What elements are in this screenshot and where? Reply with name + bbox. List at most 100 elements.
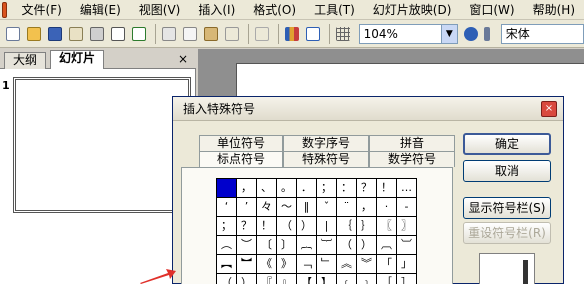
symbol-cell[interactable]: -: [397, 198, 417, 217]
symbol-cell[interactable]: 『: [257, 274, 277, 284]
menu-slideshow[interactable]: 幻灯片放映(D): [364, 0, 461, 20]
open-icon[interactable]: [25, 24, 43, 44]
menu-edit[interactable]: 编辑(E): [71, 0, 130, 20]
cancel-button[interactable]: 取消: [463, 160, 551, 182]
symbol-cell[interactable]: ︽: [337, 255, 357, 274]
symbol-cell[interactable]: ；: [317, 179, 337, 198]
undo-icon[interactable]: [253, 24, 271, 44]
symbol-cell[interactable]: ’: [237, 198, 257, 217]
tab-numeric-ordinals[interactable]: 数字序号: [283, 135, 369, 151]
symbol-cell[interactable]: 〕: [277, 236, 297, 255]
symbol-cell[interactable]: 【: [297, 274, 317, 284]
symbol-cell[interactable]: 々: [257, 198, 277, 217]
symbol-cell[interactable]: （: [337, 236, 357, 255]
font-name-select[interactable]: 宋体: [500, 23, 584, 44]
symbol-cell[interactable]: （: [217, 274, 237, 284]
slide-thumbnail[interactable]: [13, 77, 191, 213]
symbol-cell[interactable]: ︹: [377, 236, 397, 255]
symbol-cell[interactable]: 「: [377, 255, 397, 274]
symbol-cell[interactable]: ．: [297, 179, 317, 198]
menu-file[interactable]: 文件(F): [13, 0, 71, 20]
symbol-cell[interactable]: ！: [257, 217, 277, 236]
menu-view[interactable]: 视图(V): [130, 0, 190, 20]
menu-help[interactable]: 帮助(H): [524, 0, 584, 20]
ok-button[interactable]: 确定: [463, 133, 551, 155]
symbol-cell[interactable]: ﹞: [357, 274, 377, 284]
menu-format[interactable]: 格式(O): [244, 0, 305, 20]
symbol-cell[interactable]: ［: [377, 274, 397, 284]
symbol-cell[interactable]: ｝: [357, 217, 377, 236]
paste-icon[interactable]: [202, 24, 220, 44]
symbol-cell[interactable]: ‘: [217, 198, 237, 217]
copy-icon[interactable]: [181, 24, 199, 44]
symbol-cell[interactable]: ）: [357, 236, 377, 255]
symbol-cell[interactable]: 】: [317, 274, 337, 284]
menu-tools[interactable]: 工具(T): [305, 0, 364, 20]
save-icon[interactable]: [46, 24, 64, 44]
symbol-cell[interactable]: …: [397, 179, 417, 198]
grid-icon[interactable]: [334, 24, 352, 44]
symbol-cell[interactable]: ‖: [297, 198, 317, 217]
symbol-cell[interactable]: ﹁: [297, 255, 317, 274]
menu-insert[interactable]: 插入(I): [189, 0, 244, 20]
symbol-cell[interactable]: 〔: [257, 236, 277, 255]
symbol-cell[interactable]: ｛: [337, 217, 357, 236]
symbol-cell[interactable]: 》: [277, 255, 297, 274]
symbol-cell[interactable]: 〖: [377, 217, 397, 236]
symbol-cell[interactable]: ；: [217, 217, 237, 236]
symbol-cell[interactable]: 」: [397, 255, 417, 274]
help-icon[interactable]: [462, 24, 480, 44]
spellcheck-icon[interactable]: [130, 24, 148, 44]
print-icon[interactable]: [88, 24, 106, 44]
symbol-cell[interactable]: ︵: [217, 236, 237, 255]
chart-icon[interactable]: [283, 24, 301, 44]
symbol-cell[interactable]: ）: [237, 274, 257, 284]
symbol-cell[interactable]: ～: [277, 198, 297, 217]
symbol-cell[interactable]: ？: [357, 179, 377, 198]
symbol-cell[interactable]: ﹝: [337, 274, 357, 284]
symbol-cell[interactable]: ˇ: [317, 198, 337, 217]
symbol-cell[interactable]: |: [317, 217, 337, 236]
email-icon[interactable]: [67, 24, 85, 44]
zoom-select[interactable]: 104% ▼: [358, 23, 458, 44]
tab-unit-symbols[interactable]: 单位符号: [199, 135, 283, 151]
symbol-cell[interactable]: ﹂: [317, 255, 337, 274]
symbol-cell[interactable]: [217, 179, 237, 198]
powerpoint-app-icon[interactable]: [2, 1, 7, 18]
cut-icon[interactable]: [160, 24, 178, 44]
symbol-cell[interactable]: ？: [237, 217, 257, 236]
symbol-cell[interactable]: ］: [397, 274, 417, 284]
symbol-cell[interactable]: ︶: [237, 236, 257, 255]
show-symbol-bar-button[interactable]: 显示符号栏(S): [463, 197, 551, 219]
symbol-cell[interactable]: ，: [237, 179, 257, 198]
tab-special-symbols[interactable]: 特殊符号: [283, 151, 369, 167]
symbol-cell[interactable]: ！: [377, 179, 397, 198]
preview-icon[interactable]: [109, 24, 127, 44]
close-icon[interactable]: ×: [178, 52, 188, 66]
symbol-cell[interactable]: ︾: [357, 255, 377, 274]
symbol-cell[interactable]: （: [277, 217, 297, 236]
symbol-cell[interactable]: ︷: [297, 236, 317, 255]
symbol-cell[interactable]: 《: [257, 255, 277, 274]
new-icon[interactable]: [4, 24, 22, 44]
toolbar-options-icon[interactable]: [483, 24, 492, 44]
symbol-cell[interactable]: ︸: [317, 236, 337, 255]
symbol-cell[interactable]: 、: [257, 179, 277, 198]
symbol-cell[interactable]: ·: [377, 198, 397, 217]
tab-slides[interactable]: 幻灯片: [50, 50, 105, 69]
symbol-cell[interactable]: ：: [337, 179, 357, 198]
tab-pinyin[interactable]: 拼音: [369, 135, 455, 151]
table-icon[interactable]: [304, 24, 322, 44]
symbol-cell[interactable]: ︺: [397, 236, 417, 255]
chevron-down-icon[interactable]: ▼: [440, 24, 457, 43]
symbol-cell[interactable]: ）: [297, 217, 317, 236]
tab-outline[interactable]: 大纲: [4, 52, 47, 69]
symbol-cell[interactable]: 』: [277, 274, 297, 284]
symbol-cell[interactable]: ︻: [217, 255, 237, 274]
symbol-cell[interactable]: 。: [277, 179, 297, 198]
symbol-cell[interactable]: ，: [357, 198, 377, 217]
tab-math-symbols[interactable]: 数学符号: [369, 151, 455, 167]
symbol-cell[interactable]: ︼: [237, 255, 257, 274]
close-icon[interactable]: ×: [541, 101, 557, 117]
format-painter-icon[interactable]: [223, 24, 241, 44]
